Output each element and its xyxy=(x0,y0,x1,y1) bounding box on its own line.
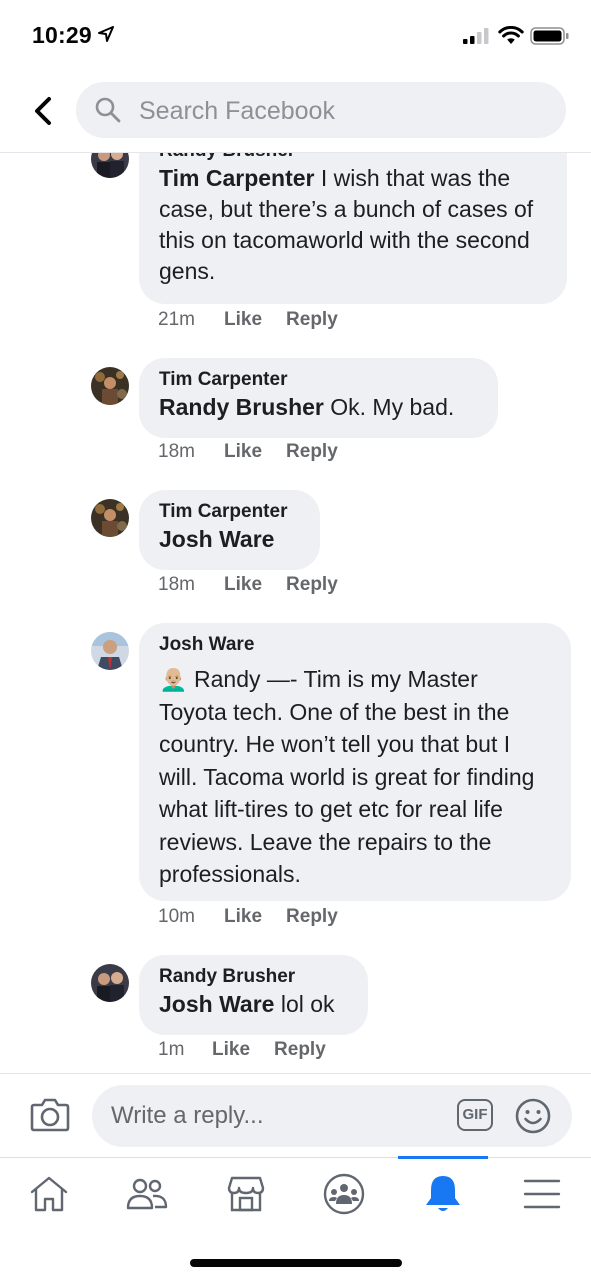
home-indicator[interactable] xyxy=(190,1259,402,1267)
comment-author[interactable]: Randy Brusher xyxy=(159,153,547,163)
comment-actions: 1m Like Reply xyxy=(158,1039,326,1061)
header: Search Facebook xyxy=(0,70,591,153)
cellular-signal-icon xyxy=(463,28,489,44)
comment-text: Josh Ware lol ok xyxy=(159,991,335,1017)
reply-composer: Write a reply... GIF xyxy=(0,1073,591,1158)
comment-time: 18m xyxy=(158,574,195,595)
bottom-tab-bar xyxy=(0,1156,591,1234)
avatar[interactable] xyxy=(91,632,129,670)
reply-placeholder: Write a reply... xyxy=(111,1102,264,1129)
search-icon xyxy=(95,97,121,123)
mention[interactable]: Josh Ware xyxy=(159,991,274,1017)
comment-author[interactable]: Randy Brusher xyxy=(159,965,348,989)
like-button[interactable]: Like xyxy=(224,574,262,596)
reply-input[interactable]: Write a reply... GIF xyxy=(92,1085,572,1147)
comment-actions: 18m Like Reply xyxy=(158,574,338,596)
avatar[interactable] xyxy=(91,499,129,537)
gif-button[interactable]: GIF xyxy=(457,1099,493,1131)
camera-icon[interactable] xyxy=(30,1096,70,1132)
comment-actions: 10m Like Reply xyxy=(158,906,338,928)
active-tab-indicator xyxy=(398,1156,488,1159)
comment-bubble: Randy Brusher Tim Carpenter I wish that … xyxy=(139,153,567,304)
search-input[interactable]: Search Facebook xyxy=(76,82,566,138)
like-button[interactable]: Like xyxy=(212,1039,250,1061)
comment-text: Tim Carpenter I wish that was the case, … xyxy=(159,165,534,284)
friends-icon[interactable] xyxy=(123,1170,171,1218)
reply-button[interactable]: Reply xyxy=(286,574,338,596)
location-arrow-icon xyxy=(98,26,114,42)
status-bar: 10:29 xyxy=(0,0,591,70)
comment-time: 18m xyxy=(158,441,195,462)
notifications-icon[interactable] xyxy=(419,1170,467,1218)
marketplace-icon[interactable] xyxy=(222,1170,270,1218)
reply-button[interactable]: Reply xyxy=(274,1039,326,1061)
comment-bubble: Tim Carpenter Randy Brusher Ok. My bad. xyxy=(139,358,498,438)
avatar[interactable] xyxy=(91,964,129,1002)
comment-author[interactable]: Tim Carpenter xyxy=(159,368,478,392)
emoji-icon[interactable] xyxy=(514,1097,552,1135)
comment-bubble: Josh Ware 👨🏼‍🦲 Randy —- Tim is my Master… xyxy=(139,623,571,901)
status-time: 10:29 xyxy=(32,22,92,48)
search-placeholder: Search Facebook xyxy=(139,97,335,125)
like-button[interactable]: Like xyxy=(224,906,262,928)
comment-author[interactable]: Josh Ware xyxy=(159,633,551,657)
comment-text: 👨🏼‍🦲 Randy —- Tim is my Master Toyota te… xyxy=(159,666,535,887)
menu-icon[interactable] xyxy=(518,1170,566,1218)
mention[interactable]: Randy Brusher xyxy=(159,394,324,420)
comment-bubble: Randy Brusher Josh Ware lol ok xyxy=(139,955,368,1035)
wifi-icon xyxy=(498,26,524,44)
reply-button[interactable]: Reply xyxy=(286,309,338,331)
back-arrow-icon[interactable] xyxy=(30,94,60,128)
comment-time: 1m xyxy=(158,1039,185,1060)
reply-button[interactable]: Reply xyxy=(286,441,338,463)
like-button[interactable]: Like xyxy=(224,309,262,331)
reply-button[interactable]: Reply xyxy=(286,906,338,928)
comment-author[interactable]: Tim Carpenter xyxy=(159,500,300,524)
comment-text: Randy Brusher Ok. My bad. xyxy=(159,394,455,420)
comment-time: 10m xyxy=(158,906,195,927)
mention[interactable]: Tim Carpenter xyxy=(159,165,315,191)
home-icon[interactable] xyxy=(25,1170,73,1218)
comment-bubble: Tim Carpenter Josh Ware xyxy=(139,490,320,570)
avatar[interactable] xyxy=(91,153,129,178)
groups-icon[interactable] xyxy=(320,1170,368,1218)
avatar[interactable] xyxy=(91,367,129,405)
comment-thread: Randy Brusher Tim Carpenter I wish that … xyxy=(0,153,591,1073)
comment-actions: 18m Like Reply xyxy=(158,441,338,463)
battery-icon xyxy=(530,27,569,45)
mention[interactable]: Josh Ware xyxy=(159,526,274,552)
like-button[interactable]: Like xyxy=(224,441,262,463)
comment-text: Josh Ware xyxy=(159,524,300,555)
man-emoji: 👨🏼‍🦲 xyxy=(159,666,188,692)
comment-time: 21m xyxy=(158,309,195,330)
comment-actions: 21m Like Reply xyxy=(158,309,338,331)
